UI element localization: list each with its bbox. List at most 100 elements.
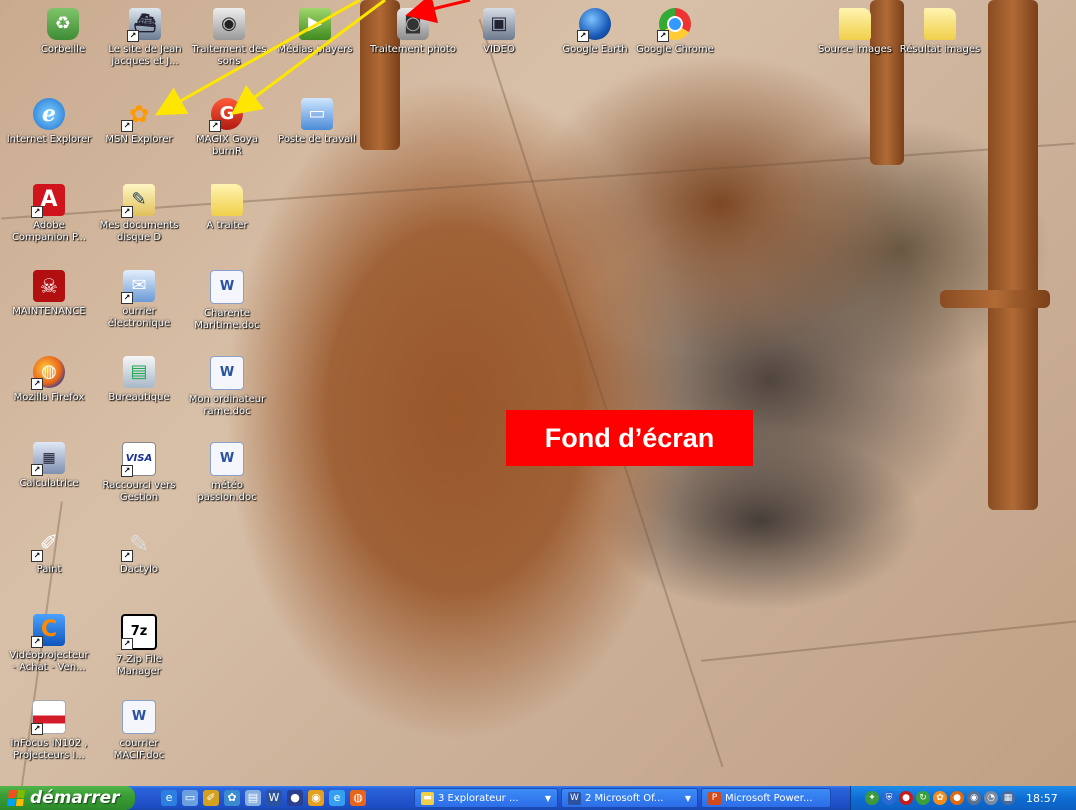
firefox-quick-icon[interactable]: ◍ [350,790,366,806]
desktop-icon-google-chrome[interactable]: ↗ Google Chrome [632,8,718,56]
msn-quick-icon[interactable]: ✿ [224,790,240,806]
desktop-icon-corbeille[interactable]: ♻ Corbeille [20,8,106,56]
desktop-icon-magix-goya[interactable]: G ↗ MAGIX Goya burnR [184,98,270,158]
desktop-icon-infocus[interactable]: ↗ InFocus IN102 , Projecteurs I... [6,700,92,762]
7zip-icon: 7z ↗ [121,614,157,650]
desktop-icon-label: MSN Explorer [105,134,173,145]
desktop-icon-paint[interactable]: ✐ ↗ Paint [6,528,92,576]
desktop-icon-maintenance[interactable]: ☠ MAINTENANCE [6,270,92,318]
desktop-icon-medias-players[interactable]: ▶ Médias players [272,8,358,56]
media-quick-icon[interactable]: ● [287,790,303,806]
calculator-icon: ▦ ↗ [31,442,65,476]
google-chrome-icon: ↗ [657,8,691,42]
group-caret-icon: ▼ [684,793,691,803]
desktop-icon-msn-explorer[interactable]: ✿ ↗ MSN Explorer [96,98,182,146]
start-button[interactable]: démarrer [0,786,135,810]
computer-icon: ▭ [301,98,333,130]
ie2-quick-icon[interactable]: e [329,790,345,806]
desktop-icon-label: courrier MACIF.doc [113,738,165,761]
desktop-icon-charente-maritime[interactable]: W Charente Maritime.doc [184,270,270,332]
desktop-icon-video[interactable]: ▣ VIDEO [456,8,542,56]
desktop-icon-courrier-macif[interactable]: Wcourrier MACIF.doc [96,700,182,762]
desktop-icon-traitement-photo[interactable]: ◙ Traitement photo [370,8,456,56]
word-document-icon: W [210,356,244,390]
desktop-icon-label: Charente Maritime.doc [194,308,260,331]
shortcut-arrow-icon: ↗ [657,30,669,42]
clock[interactable]: 18:57 [1026,792,1058,805]
desktop-icon-traitement-sons[interactable]: ◉ Traitement des sons [186,8,272,68]
desktop-icon-courrier-electronique[interactable]: ✉ ↗ ourrier électronique [96,270,182,330]
desktop-icon-source-images[interactable]: Source images [812,8,898,56]
chrome-quick-icon[interactable]: ◉ [308,790,324,806]
desktop-icon-calculatrice[interactable]: ▦ ↗ Calculatrice [6,442,92,490]
shortcut-arrow-icon: ↗ [121,292,133,304]
desktop-icon-7zip[interactable]: 7z ↗ 7-Zip File Manager [96,614,182,678]
desktop-icon-poste-de-travail[interactable]: ▭ Poste de travail [274,98,360,146]
speaker-tray-icon[interactable]: ◔ [984,791,998,805]
ship-icon: ⛴ ↗ [127,8,161,42]
desktop-icon-mozilla-firefox[interactable]: ◍ ↗ Mozilla Firefox [6,356,92,404]
speaker-icon: ◉ [213,8,245,40]
tray-icons: ✦ ⛨ ● ↻ ✿ ● ◉ ◔ ▦ [865,791,1015,805]
task-button-label: Microsoft Power... [725,792,813,804]
show-desktop-quick-icon[interactable]: ▭ [182,790,198,806]
word-document-icon: W [122,700,156,734]
desktop-icon-label: InFocus IN102 , Projecteurs I... [10,738,88,761]
desktop-icon-google-earth[interactable]: ↗ Google Earth [552,8,638,56]
system-tray: ✦ ⛨ ● ↻ ✿ ● ◉ ◔ ▦ 18:57 [850,786,1076,810]
task-buttons: ▬ 3 Explorateur ... ▼ W 2 Microsoft Of... ▼ P M… [411,788,831,808]
desktop-icon-internet-explorer[interactable]: e Internet Explorer [6,98,92,146]
skull-icon: ☠ [33,270,65,302]
antivirus-tray-icon[interactable]: ● [899,791,913,805]
shield-tray-icon[interactable]: ⛨ [882,791,896,805]
desktop-icon-label: Bureautique [108,392,170,403]
shortcut-arrow-icon: ↗ [121,206,133,218]
task-button[interactable]: P Microsoft Power... [701,788,831,808]
task-button[interactable]: ▬ 3 Explorateur ... ▼ [414,788,558,808]
calendar-tray-icon[interactable]: ▦ [1001,791,1015,805]
desktop-icon-raccourci-gestion[interactable]: VISA ↗ Raccourci vers Gestion [96,442,182,504]
desktop-icon-label: Vidéoprojecteur - Achat - Ven... [9,650,89,673]
desktop-icon-site-jean-jacques[interactable]: ⛴ ↗ Le site de Jean jacques et J... [102,8,188,68]
desktop-icon-label: météo passion.doc [197,480,257,503]
task-button[interactable]: W 2 Microsoft Of... ▼ [561,788,698,808]
word-document-icon: W [210,270,244,304]
desktop-icon-label: MAGIX Goya burnR [196,134,258,157]
desktop-icon-label: ourrier électronique [107,306,171,329]
network-tray-icon[interactable]: ✦ [865,791,879,805]
msn-butterfly-icon: ✿ ↗ [121,98,155,132]
paint-quick-icon[interactable]: ✐ [203,790,219,806]
update-tray-icon[interactable]: ● [950,791,964,805]
shortcut-arrow-icon: ↗ [31,550,43,562]
msn-tray-icon[interactable]: ✿ [933,791,947,805]
desktop-icon-a-traiter[interactable]: A traiter [184,184,270,232]
desktop-icon-label: Traitement photo [370,44,456,55]
desktop-icon-resultat-images[interactable]: Résultat images [897,8,983,56]
shortcut-arrow-icon: ↗ [31,378,43,390]
sync-tray-icon[interactable]: ↻ [916,791,930,805]
disk-tray-icon[interactable]: ◉ [967,791,981,805]
desktop-icon-label: Dactylo [119,564,159,575]
desktop-icon-dactylo[interactable]: ✎ ↗ Dactylo [96,528,182,576]
desktop-icon-label: Google Earth [562,44,628,55]
shortcut-arrow-icon: ↗ [127,30,139,42]
shortcut-arrow-icon: ↗ [121,550,133,562]
desktop-icon-label: Raccourci vers Gestion [102,480,176,503]
desktop-icon-mes-documents[interactable]: ✎ ↗ Mes documents disque D [96,184,182,244]
desktop-icon-adobe-companion[interactable]: A ↗ Adobe Companion P... [6,184,92,244]
desktop-icon-videoprojecteur[interactable]: C ↗ Vidéoprojecteur - Achat - Ven... [6,614,92,674]
desktop-icon-mon-ordinateur-rame[interactable]: W Mon ordinateur rame.doc [184,356,270,418]
desktop-icon-label: 7-Zip File Manager [116,654,162,677]
word-quick-icon[interactable]: W [266,790,282,806]
shortcut-arrow-icon: ↗ [577,30,589,42]
desktop-icon-label: Calculatrice [19,478,79,489]
desktop-icon-label: VIDEO [483,44,515,55]
task-button-label: 3 Explorateur ... [438,792,519,804]
office-window-icon: ▤ [123,356,155,388]
notepad-quick-icon[interactable]: ▤ [245,790,261,806]
desktop-icon-bureautique[interactable]: ▤ Bureautique [96,356,182,404]
task-button-label: 2 Microsoft Of... [585,792,664,804]
desktop-icon-meteo-passion[interactable]: Wmétéo passion.doc [184,442,270,504]
ie-quick-icon[interactable]: e [161,790,177,806]
shortcut-arrow-icon: ↗ [31,206,43,218]
